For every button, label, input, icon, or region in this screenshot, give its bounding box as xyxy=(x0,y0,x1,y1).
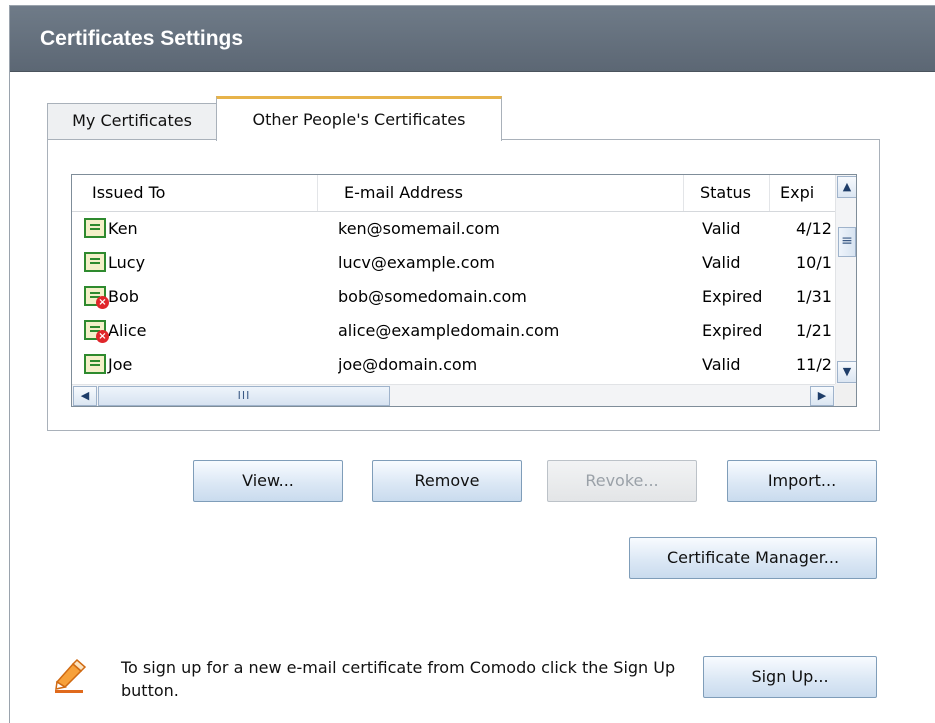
view-button[interactable]: View... xyxy=(193,460,343,502)
expired-x-icon: × xyxy=(96,330,109,343)
remove-button[interactable]: Remove xyxy=(372,460,522,502)
table-row[interactable]: Joe joe@domain.com Valid 11/2 xyxy=(72,348,835,382)
pencil-eraser-icon xyxy=(55,658,87,693)
issued-to-name: Ken xyxy=(108,219,138,238)
table-row[interactable]: × Alice alice@exampledomain.com Expired 1… xyxy=(72,314,835,348)
column-header-issued-to[interactable]: Issued To xyxy=(72,175,318,211)
certificate-valid-icon xyxy=(84,354,106,374)
scroll-up-arrow-icon[interactable]: ▲ xyxy=(837,176,856,198)
list-header: Issued To E-mail Address Status Expi xyxy=(72,175,835,212)
horizontal-scroll-thumb[interactable]: III xyxy=(98,386,390,406)
email-cell: lucv@example.com xyxy=(338,253,495,272)
window-title: Certificates Settings xyxy=(40,27,244,50)
certificate-valid-icon xyxy=(84,218,106,238)
table-row[interactable]: Lucy lucv@example.com Valid 10/1 xyxy=(72,246,835,280)
email-cell: alice@exampledomain.com xyxy=(338,321,560,340)
email-cell: bob@somedomain.com xyxy=(338,287,527,306)
certificates-settings-window: Certificates Settings My Certificates Ot… xyxy=(9,5,935,723)
issued-to-name: Bob xyxy=(108,287,139,306)
issued-to-cell: × Bob xyxy=(84,280,314,314)
issued-to-name: Lucy xyxy=(108,253,146,272)
email-cell: ken@somemail.com xyxy=(338,219,500,238)
title-bar: Certificates Settings xyxy=(10,6,935,72)
tab-my-certificates[interactable]: My Certificates xyxy=(47,103,217,139)
vertical-scroll-thumb[interactable]: ≡ xyxy=(838,227,856,257)
vertical-scrollbar[interactable]: ▲ ≡ ▼ xyxy=(835,175,856,384)
tab-panel: Issued To E-mail Address Status Expi Ken… xyxy=(47,139,880,431)
issued-to-name: Alice xyxy=(108,321,147,340)
expires-cell: 1/31 xyxy=(796,287,832,306)
issued-to-cell: Lucy xyxy=(84,246,314,280)
certificates-list[interactable]: Issued To E-mail Address Status Expi Ken… xyxy=(71,174,857,407)
expires-cell: 11/2 xyxy=(796,355,832,374)
expires-cell: 1/21 xyxy=(796,321,832,340)
scroll-left-arrow-icon[interactable]: ◀ xyxy=(73,386,97,406)
table-row[interactable]: × Bob bob@somedomain.com Expired 1/31 xyxy=(72,280,835,314)
column-header-expires[interactable]: Expi xyxy=(770,175,840,211)
status-cell: Valid xyxy=(702,219,741,238)
scroll-down-arrow-icon[interactable]: ▼ xyxy=(837,361,856,383)
status-cell: Valid xyxy=(702,253,741,272)
expires-cell: 4/12 xyxy=(796,219,832,238)
status-cell: Valid xyxy=(702,355,741,374)
table-row[interactable]: Ken ken@somemail.com Valid 4/12 xyxy=(72,212,835,246)
issued-to-cell: Ken xyxy=(84,212,314,246)
certificate-valid-icon xyxy=(84,252,106,272)
tab-other-peoples-certificates[interactable]: Other People's Certificates xyxy=(216,96,502,141)
certificate-expired-icon: × xyxy=(84,320,109,343)
list-rows: Ken ken@somemail.com Valid 4/12 Lucy luc… xyxy=(72,212,835,384)
scroll-right-arrow-icon[interactable]: ▶ xyxy=(810,386,834,406)
signup-instructions: To sign up for a new e-mail certificate … xyxy=(121,658,676,700)
revoke-button: Revoke... xyxy=(547,460,697,502)
status-cell: Expired xyxy=(702,287,763,306)
import-button[interactable]: Import... xyxy=(727,460,877,502)
horizontal-scrollbar[interactable]: ◀ III ▶ xyxy=(72,384,835,406)
email-cell: joe@domain.com xyxy=(338,355,478,374)
status-cell: Expired xyxy=(702,321,763,340)
column-header-email-address[interactable]: E-mail Address xyxy=(318,175,684,211)
sign-up-button[interactable]: Sign Up... xyxy=(703,656,877,698)
scrollbar-corner xyxy=(835,384,856,406)
certificate-expired-icon: × xyxy=(84,286,109,309)
certificate-manager-button[interactable]: Certificate Manager... xyxy=(629,537,877,579)
issued-to-cell: × Alice xyxy=(84,314,314,348)
column-header-status[interactable]: Status xyxy=(684,175,770,211)
expires-cell: 10/1 xyxy=(796,253,832,272)
issued-to-cell: Joe xyxy=(84,348,314,382)
expired-x-icon: × xyxy=(96,296,109,309)
issued-to-name: Joe xyxy=(108,355,133,374)
